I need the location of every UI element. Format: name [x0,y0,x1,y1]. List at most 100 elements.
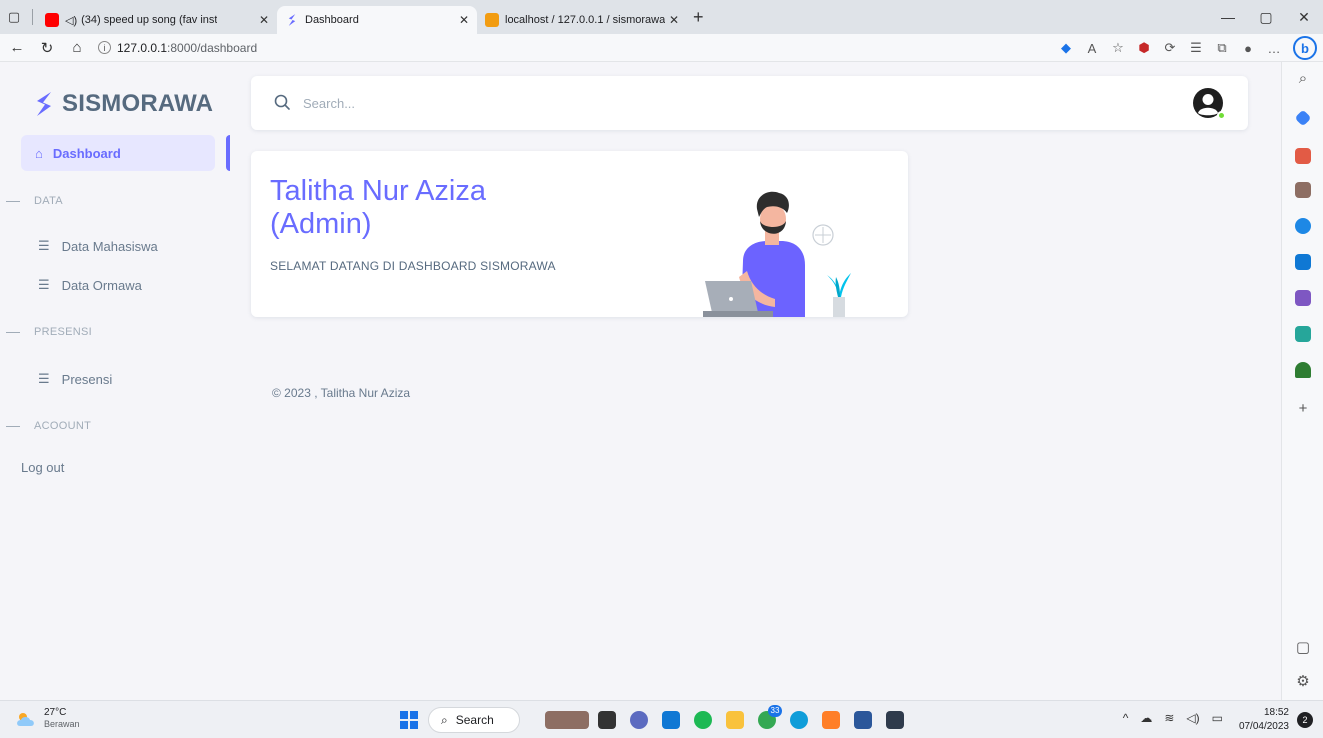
sidebar-item-data-mahasiswa[interactable]: ☰ Data Mahasiswa [38,238,158,254]
minimize-icon[interactable]: — [1209,0,1247,34]
brand-name: SISMORAWA [62,90,214,117]
battery-icon[interactable]: ▭ [1212,711,1223,725]
taskbar-app-widget-icon[interactable] [545,711,589,729]
taskbar-search[interactable]: ⌕ Search [428,707,520,733]
weather-status: Berawan [44,719,80,729]
games-icon[interactable] [1295,182,1311,198]
youtube-icon [45,13,59,27]
new-tab-icon[interactable]: + [693,7,704,28]
favorites-icon[interactable]: ☰ [1183,40,1209,56]
url-host: 127.0.0.1 [117,40,168,55]
tab-title: (34) speed up song (fav inst [81,14,218,26]
add-icon[interactable]: + [1282,400,1323,417]
divider [6,331,20,333]
refresh-icon[interactable]: ↻ [34,35,60,61]
favorite-star-icon[interactable]: ☆ [1105,40,1131,56]
settings-gear-icon[interactable]: ⚙ [1282,672,1323,690]
volume-icon[interactable]: ◁) [1186,711,1199,725]
taskbar-app-edge-icon[interactable] [790,711,808,729]
close-tab-icon[interactable]: ✕ [669,13,679,27]
browser-toolbar-icons: ◆ A ☆ ⬢ ⟳ ☰ ⧉ ● … [1053,34,1287,62]
extensions-icon[interactable]: ⟳ [1157,40,1183,56]
designer-icon[interactable] [1295,290,1311,306]
welcome-card: Talitha Nur Aziza (Admin) SELAMAT DATANG… [251,151,908,317]
wifi-icon[interactable]: ≋ [1164,711,1174,725]
close-window-icon[interactable]: ✕ [1285,0,1323,34]
info-icon[interactable]: i [98,41,111,54]
browser-tab-youtube[interactable]: ◁) (34) speed up song (fav inst ✕ [37,6,277,34]
taskbar-app-terminal-icon[interactable] [886,711,904,729]
welcome-role: (Admin) [270,208,372,240]
app-area: SISMORAWA ⌂ Dashboard DATA ☰ Data Mahasi… [0,62,1281,700]
url-field[interactable]: i 127.0.0.1:8000/dashboard [98,41,257,55]
sidebar-item-data-ormawa[interactable]: ☰ Data Ormawa [38,277,142,293]
close-tab-icon[interactable]: ✕ [459,13,469,27]
taskbar-app-chat-icon[interactable] [630,711,648,729]
system-clock[interactable]: 18:52 07/04/2023 [1239,706,1289,734]
edge-sidebar: ⌕ + ▢ ⚙ [1281,62,1323,700]
weather-widget[interactable]: 27°C Berawan [14,707,80,730]
taskbar-app-explorer-icon[interactable] [726,711,744,729]
taskbar-app-taskview-icon[interactable] [598,711,616,729]
collections-icon[interactable]: ⧉ [1209,40,1235,56]
taskbar-search-label: Search [455,713,494,727]
table-icon: ☰ [38,238,50,253]
profile-icon[interactable]: ● [1235,41,1261,56]
notification-count-badge[interactable]: 2 [1297,712,1313,728]
chevron-up-icon[interactable]: ^ [1123,711,1129,725]
close-tab-icon[interactable]: ✕ [259,13,269,27]
audio-icon: ◁) [65,14,78,27]
phpmyadmin-icon [485,13,499,27]
system-tray: ^ ☁ ≋ ◁) ▭ [1111,711,1223,725]
extension-shield-icon[interactable]: ⬢ [1131,40,1157,56]
welcome-title: Talitha Nur Aziza (Admin) [270,175,670,241]
tab-title: Dashboard [305,14,359,26]
menu-header-label: PRESENSI [34,326,93,338]
cloud-sun-icon [17,712,34,726]
temperature: 27°C [44,707,67,718]
tab-separator [32,9,33,25]
home-icon[interactable]: ⌂ [64,35,90,61]
tab-actions-icon[interactable]: ▢ [0,0,28,34]
onedrive-icon[interactable]: ☁ [1140,711,1152,725]
browser-tab-phpmyadmin[interactable]: localhost / 127.0.0.1 / sismorawa ✕ [477,6,687,34]
taskbar-app-xampp-icon[interactable] [822,711,840,729]
tag-icon[interactable]: ◆ [1053,40,1079,56]
welcome-subtitle: SELAMAT DATANG DI DASHBOARD SISMORAWA [270,259,556,273]
search-icon: ⌕ [441,712,448,727]
browser-tab-dashboard[interactable]: Dashboard ✕ [277,6,477,34]
taskbar-app-spotify-icon[interactable] [694,711,712,729]
taskbar-app-store-icon[interactable] [662,711,680,729]
search-icon [274,94,290,110]
bing-icon[interactable]: b [1293,36,1317,60]
sidebar-toggle-icon[interactable]: ▢ [1282,638,1323,656]
tools-icon[interactable] [1295,148,1311,164]
outlook-icon[interactable] [1295,254,1311,270]
restore-icon[interactable]: ▢ [1247,0,1285,34]
divider [6,425,20,427]
window-controls: — ▢ ✕ [1209,0,1323,34]
brand[interactable]: SISMORAWA [34,90,213,118]
drop-icon[interactable] [1295,326,1311,342]
microsoft365-icon[interactable] [1295,218,1311,234]
logout-link[interactable]: Log out [21,460,64,475]
clock-time: 18:52 [1263,707,1289,718]
back-icon[interactable]: ← [4,35,30,61]
windows-start-icon[interactable] [400,711,418,729]
taskbar-app-word-icon[interactable] [854,711,872,729]
sismorawa-favicon [285,13,299,27]
tree-icon[interactable] [1295,362,1311,378]
more-icon[interactable]: … [1261,41,1287,56]
footer-copyright: © 2023 , Talitha Nur Aziza [272,386,411,400]
shopping-tag-icon[interactable] [1294,109,1312,127]
menu-header-label: DATA [34,195,63,207]
divider [6,200,20,202]
menu-header-presensi: PRESENSI [0,326,92,338]
clock-date: 07/04/2023 [1238,721,1289,732]
read-aloud-icon[interactable]: A [1079,41,1105,56]
sidebar-item-presensi[interactable]: ☰ Presensi [38,371,112,387]
search-icon[interactable]: ⌕ [1282,70,1323,87]
search-input[interactable] [303,95,703,111]
sidebar-item-dashboard[interactable]: ⌂ Dashboard [21,135,215,171]
browser-tab-bar: ▢ ◁) (34) speed up song (fav inst ✕ Dash… [0,0,1323,34]
